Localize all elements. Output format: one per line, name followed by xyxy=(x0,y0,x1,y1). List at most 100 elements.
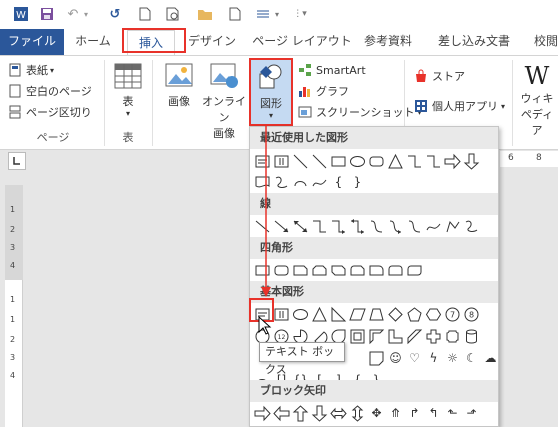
can-icon[interactable] xyxy=(462,326,481,346)
round-single-corner-icon[interactable] xyxy=(367,260,386,280)
down-arrow-icon[interactable] xyxy=(462,151,481,171)
paragraph-marks-icon[interactable] xyxy=(254,5,272,23)
quad-arrow-icon[interactable]: ✥ xyxy=(367,403,386,423)
u-turn-arrow-icon[interactable]: ↰ xyxy=(424,403,443,423)
picture-button[interactable]: 画像 xyxy=(160,60,198,128)
curved-arrow-connector-icon[interactable] xyxy=(386,216,405,236)
horizontal-ruler[interactable]: 6 8 xyxy=(500,151,558,167)
triangle-icon[interactable] xyxy=(386,151,405,171)
trapezoid-icon[interactable] xyxy=(367,304,386,324)
tab-selector[interactable] xyxy=(8,152,26,170)
tab-review[interactable]: 校閲 xyxy=(526,29,558,55)
bent-arrow-icon[interactable]: ↱ xyxy=(405,403,424,423)
half-frame-icon[interactable] xyxy=(367,326,386,346)
curve-icon[interactable] xyxy=(424,216,443,236)
moon-icon[interactable]: ☾ xyxy=(462,348,481,368)
print-preview-icon[interactable] xyxy=(164,5,182,23)
cover-page-button[interactable]: 表紙 ▾ xyxy=(8,60,54,80)
rounded-rectangle-icon[interactable] xyxy=(367,151,386,171)
snip-single-corner-icon[interactable] xyxy=(291,260,310,280)
page-break-button[interactable]: ページ区切り xyxy=(8,102,92,122)
blank-page-button[interactable]: 空白のページ xyxy=(8,81,92,101)
tab-design[interactable]: デザイン xyxy=(180,29,244,55)
folded-corner-icon[interactable] xyxy=(367,348,386,368)
redo-icon[interactable]: ↺ xyxy=(106,5,124,23)
left-right-arrow-icon[interactable] xyxy=(329,403,348,423)
parallelogram-icon[interactable] xyxy=(348,304,367,324)
freeform-shape-icon[interactable] xyxy=(443,216,462,236)
oval-icon[interactable] xyxy=(348,151,367,171)
tab-page-layout[interactable]: ページ レイアウト xyxy=(252,29,352,55)
triangle-icon[interactable] xyxy=(310,304,329,324)
elbow-connector-icon[interactable] xyxy=(310,216,329,236)
round-same-side-icon[interactable] xyxy=(386,260,405,280)
down-arrow-icon[interactable] xyxy=(310,403,329,423)
line-icon[interactable] xyxy=(291,151,310,171)
vertical-text-box-icon[interactable] xyxy=(272,304,291,324)
paragraph-dropdown-icon[interactable]: ▾ xyxy=(272,5,282,23)
frame-icon[interactable] xyxy=(348,326,367,346)
wikipedia-button[interactable]: W ウィキ ペディア xyxy=(516,62,558,137)
heptagon-icon[interactable]: 7 xyxy=(443,304,462,324)
sun-icon[interactable]: ☼ xyxy=(443,348,462,368)
right-arrow-icon[interactable] xyxy=(253,403,272,423)
right-triangle-icon[interactable] xyxy=(329,304,348,324)
plaque-icon[interactable] xyxy=(443,326,462,346)
smartart-button[interactable]: SmartArt xyxy=(298,60,366,80)
l-shape-icon[interactable] xyxy=(386,326,405,346)
left-brace-icon[interactable]: { xyxy=(329,172,348,192)
right-brace-icon[interactable]: } xyxy=(348,172,367,192)
bent-up-arrow-icon[interactable]: ⬏ xyxy=(462,403,481,423)
my-apps-button[interactable]: 個人用アプリ ▾ xyxy=(414,96,505,116)
double-arrow-line-icon[interactable] xyxy=(291,216,310,236)
table-button[interactable]: 表 ▾ xyxy=(110,60,146,128)
curved-double-arrow-icon[interactable] xyxy=(405,216,424,236)
tab-mailings[interactable]: 差し込み文書 xyxy=(432,29,516,55)
undo-dropdown-icon[interactable]: ▾ xyxy=(80,5,92,23)
up-arrow-icon[interactable] xyxy=(291,403,310,423)
screenshot-button[interactable]: スクリーンショット ▾ xyxy=(298,102,421,122)
pentagon-icon[interactable] xyxy=(405,304,424,324)
left-right-up-arrow-icon[interactable]: ⤊ xyxy=(386,403,405,423)
elbow-double-arrow-icon[interactable] xyxy=(348,216,367,236)
curved-connector-icon[interactable] xyxy=(367,216,386,236)
snip-round-icon[interactable] xyxy=(348,260,367,280)
cloud-icon[interactable]: ☁ xyxy=(481,348,498,368)
vertical-ruler[interactable]: 1 2 3 4 1 1 2 3 4 xyxy=(5,185,23,427)
up-down-arrow-icon[interactable] xyxy=(348,403,367,423)
left-arrow-icon[interactable] xyxy=(272,403,291,423)
heart-icon[interactable]: ♡ xyxy=(405,348,424,368)
hexagon-icon[interactable] xyxy=(424,304,443,324)
cross-icon[interactable] xyxy=(424,326,443,346)
snip-diagonal-icon[interactable] xyxy=(329,260,348,280)
oval-icon[interactable] xyxy=(291,304,310,324)
customize-qat-icon[interactable]: ⋮▾ xyxy=(292,5,308,23)
diagonal-stripe-icon[interactable] xyxy=(405,326,424,346)
tab-insert[interactable]: 挿入 xyxy=(122,28,186,55)
open-folder-icon[interactable] xyxy=(196,5,214,23)
round-diagonal-icon[interactable] xyxy=(405,260,424,280)
diamond-icon[interactable] xyxy=(386,304,405,324)
save-icon[interactable] xyxy=(38,5,56,23)
elbow-arrow-connector-icon[interactable] xyxy=(329,216,348,236)
arc-icon[interactable] xyxy=(291,172,310,192)
tab-home[interactable]: ホーム xyxy=(70,29,116,55)
new-document-icon[interactable] xyxy=(136,5,154,23)
left-up-arrow-icon[interactable]: ⬑ xyxy=(443,403,462,423)
new-blank-icon[interactable] xyxy=(226,5,244,23)
octagon-icon[interactable]: 8 xyxy=(462,304,481,324)
chart-button[interactable]: グラフ xyxy=(298,81,349,101)
lightning-bolt-icon[interactable]: ϟ xyxy=(424,348,443,368)
store-button[interactable]: ストア xyxy=(414,66,465,86)
right-arrow-icon[interactable] xyxy=(443,151,462,171)
elbow-connector-icon[interactable] xyxy=(424,151,443,171)
line-icon[interactable] xyxy=(310,151,329,171)
scribble-icon[interactable] xyxy=(462,216,481,236)
smiley-face-icon[interactable]: ☺ xyxy=(386,348,405,368)
tab-references[interactable]: 参考資料 xyxy=(356,29,420,55)
rectangle-icon[interactable] xyxy=(329,151,348,171)
elbow-connector-icon[interactable] xyxy=(405,151,424,171)
snip-same-side-icon[interactable] xyxy=(310,260,329,280)
online-picture-button[interactable]: オンライン 画像 xyxy=(200,60,248,140)
tab-file[interactable]: ファイル xyxy=(0,29,64,55)
